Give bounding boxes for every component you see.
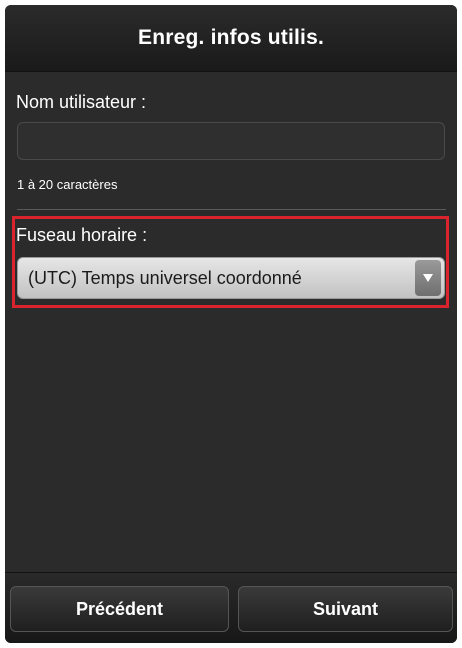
divider: [17, 209, 446, 210]
timezone-select[interactable]: (UTC) Temps universel coordonné: [17, 257, 445, 299]
footer: Précédent Suivant: [5, 572, 457, 643]
screen: Enreg. infos utilis. Nom utilisateur : 1…: [5, 5, 457, 643]
next-button[interactable]: Suivant: [238, 586, 453, 632]
timezone-selected-value: (UTC) Temps universel coordonné: [28, 267, 302, 288]
page-title: Enreg. infos utilis.: [137, 26, 325, 49]
form-content: Nom utilisateur : 1 à 20 caractères Fuse…: [5, 72, 457, 572]
username-hint: 1 à 20 caractères: [17, 177, 118, 192]
username-label: Nom utilisateur :: [16, 92, 147, 112]
chevron-down-icon[interactable]: [415, 260, 441, 296]
timezone-label: Fuseau horaire :: [16, 225, 148, 245]
device-frame: Enreg. infos utilis. Nom utilisateur : 1…: [0, 0, 462, 648]
previous-button[interactable]: Précédent: [10, 586, 229, 632]
username-input[interactable]: [17, 122, 445, 160]
header: Enreg. infos utilis.: [5, 5, 457, 72]
